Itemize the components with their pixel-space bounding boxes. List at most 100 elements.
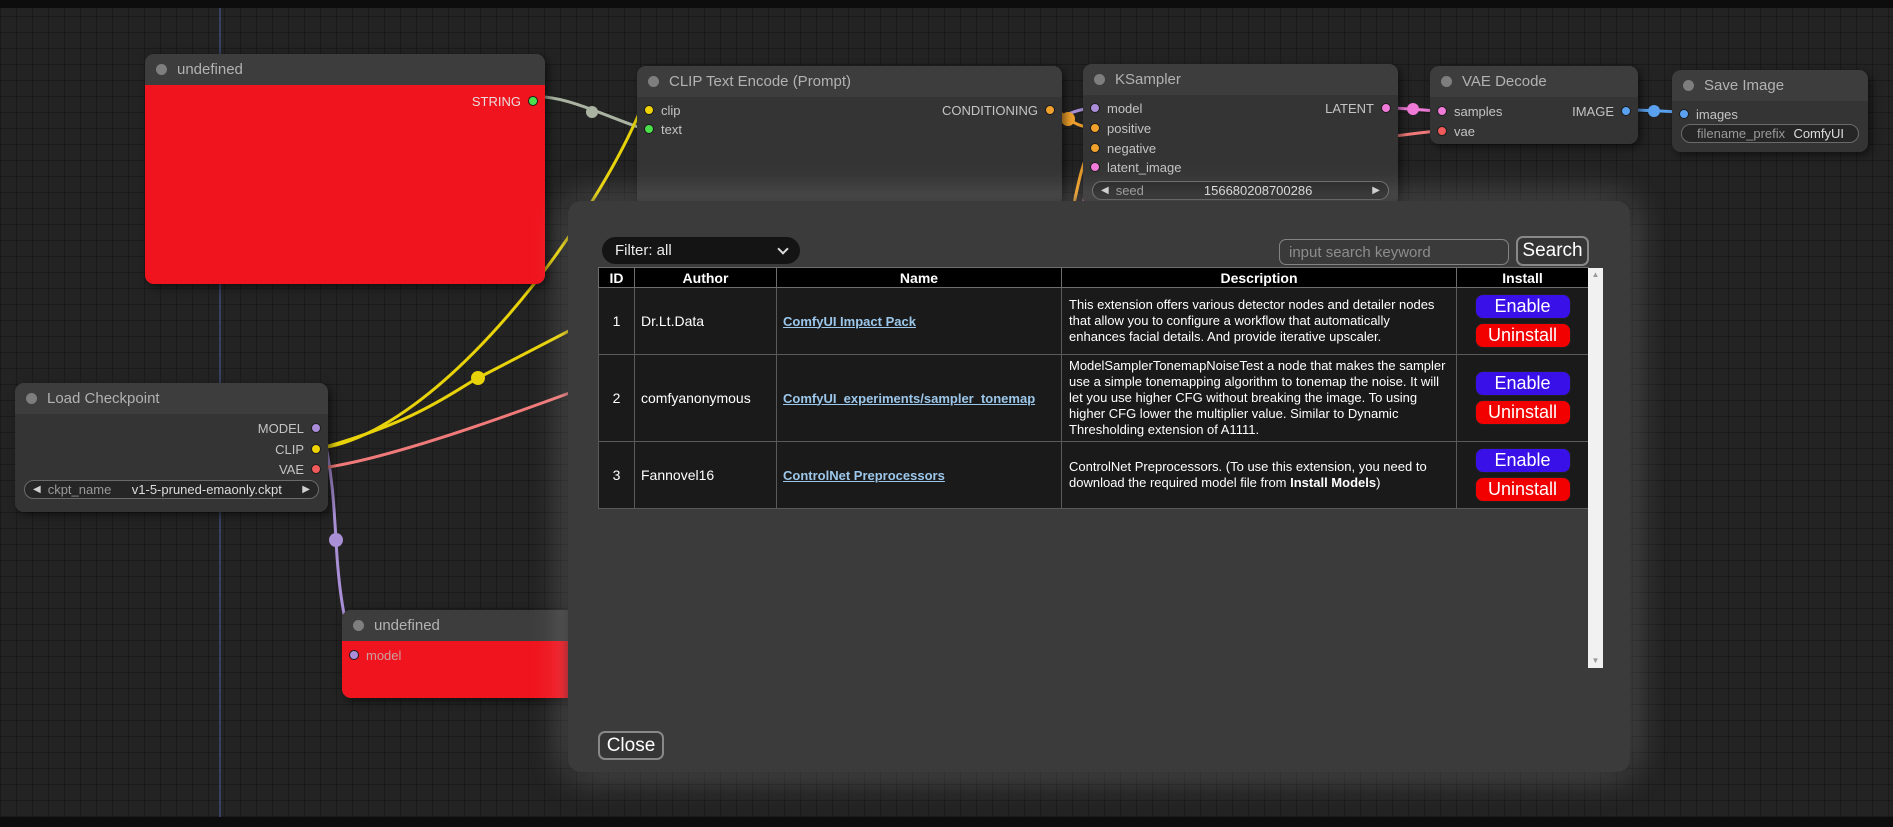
uninstall-button[interactable]: Uninstall bbox=[1475, 477, 1571, 502]
cell-description: ModelSamplerTonemapNoiseTest a node that… bbox=[1062, 355, 1457, 442]
input-dot-images[interactable] bbox=[1679, 109, 1689, 119]
node-undefined-bottom[interactable]: undefined model bbox=[342, 610, 582, 698]
output-dot-latent[interactable] bbox=[1381, 103, 1391, 113]
output-dot-image[interactable] bbox=[1621, 106, 1631, 116]
cell-description: ControlNet Preprocessors. (To use this e… bbox=[1062, 442, 1457, 509]
extension-link[interactable]: ComfyUI_experiments/sampler_tonemap bbox=[783, 391, 1035, 406]
scroll-down-icon[interactable]: ▼ bbox=[1588, 654, 1603, 668]
reroute-dot-pale[interactable] bbox=[586, 106, 598, 118]
search-button[interactable]: Search bbox=[1516, 236, 1589, 266]
input-slot-latent-image[interactable]: latent_image bbox=[1090, 158, 1181, 176]
comfyui-canvas[interactable]: undefined STRING CLIP Text Encode (Promp… bbox=[0, 0, 1893, 827]
extensions-table-body: 1Dr.Lt.DataComfyUI Impact PackThis exten… bbox=[599, 288, 1589, 509]
output-dot-model[interactable] bbox=[311, 423, 321, 433]
enable-button[interactable]: Enable bbox=[1475, 294, 1571, 319]
input-slot-images[interactable]: images bbox=[1679, 105, 1738, 123]
output-slot-conditioning[interactable]: CONDITIONING bbox=[942, 101, 1055, 119]
decrement-arrow-icon[interactable]: ◀ bbox=[1101, 181, 1109, 200]
input-slot-model[interactable]: model bbox=[349, 646, 401, 664]
input-slot-model[interactable]: model bbox=[1090, 99, 1142, 117]
search-input[interactable] bbox=[1279, 239, 1509, 265]
collapse-dot-icon[interactable] bbox=[648, 76, 659, 87]
header-author: Author bbox=[635, 268, 777, 288]
node-clip-text-encode[interactable]: CLIP Text Encode (Prompt) clip text COND… bbox=[637, 66, 1062, 206]
output-slot-clip[interactable]: CLIP bbox=[275, 440, 321, 458]
node-title-bar[interactable]: Load Checkpoint bbox=[15, 383, 328, 414]
wire-clip-branch bbox=[322, 320, 590, 448]
decrement-arrow-icon[interactable]: ◀ bbox=[33, 480, 41, 499]
reroute-dot-blue[interactable] bbox=[1648, 105, 1660, 117]
output-dot-string[interactable] bbox=[528, 96, 538, 106]
input-slot-positive[interactable]: positive bbox=[1090, 119, 1151, 137]
extension-link[interactable]: ComfyUI Impact Pack bbox=[783, 314, 916, 329]
enable-button[interactable]: Enable bbox=[1475, 371, 1571, 396]
input-dot-text[interactable] bbox=[644, 124, 654, 134]
node-title-bar[interactable]: CLIP Text Encode (Prompt) bbox=[637, 66, 1062, 97]
uninstall-button[interactable]: Uninstall bbox=[1475, 400, 1571, 425]
output-slot-latent[interactable]: LATENT bbox=[1325, 99, 1391, 117]
input-dot-negative[interactable] bbox=[1090, 143, 1100, 153]
chevron-down-icon bbox=[777, 243, 788, 254]
node-load-checkpoint[interactable]: Load Checkpoint MODEL CLIP VAE ◀ ckpt_na… bbox=[15, 383, 328, 512]
node-title-label: undefined bbox=[374, 617, 440, 634]
slot-label: LATENT bbox=[1325, 101, 1374, 116]
output-slot-vae[interactable]: VAE bbox=[279, 460, 321, 478]
input-slot-vae[interactable]: vae bbox=[1437, 122, 1475, 140]
node-undefined-top[interactable]: undefined STRING bbox=[145, 54, 545, 284]
collapse-dot-icon[interactable] bbox=[1094, 74, 1105, 85]
node-vae-decode[interactable]: VAE Decode samples vae IMAGE bbox=[1430, 66, 1638, 144]
uninstall-button[interactable]: Uninstall bbox=[1475, 323, 1571, 348]
input-dot-latent-image[interactable] bbox=[1090, 162, 1100, 172]
output-slot-model[interactable]: MODEL bbox=[258, 419, 321, 437]
collapse-dot-icon[interactable] bbox=[1683, 80, 1694, 91]
input-dot-vae[interactable] bbox=[1437, 126, 1447, 136]
scroll-up-icon[interactable]: ▲ bbox=[1588, 268, 1603, 282]
input-slot-negative[interactable]: negative bbox=[1090, 139, 1156, 157]
header-id: ID bbox=[599, 268, 635, 288]
enable-button[interactable]: Enable bbox=[1475, 448, 1571, 473]
filename-prefix-widget[interactable]: filename_prefix ComfyUI bbox=[1681, 124, 1859, 143]
vertical-scrollbar[interactable]: ▲ ▼ bbox=[1588, 268, 1603, 668]
node-save-image[interactable]: Save Image images filename_prefix ComfyU… bbox=[1672, 70, 1868, 152]
input-dot-model[interactable] bbox=[349, 650, 359, 660]
node-title-bar[interactable]: VAE Decode bbox=[1430, 66, 1638, 97]
filter-dropdown[interactable]: Filter: all bbox=[602, 237, 800, 264]
input-dot-positive[interactable] bbox=[1090, 123, 1100, 133]
output-dot-clip[interactable] bbox=[311, 444, 321, 454]
increment-arrow-icon[interactable]: ▶ bbox=[302, 480, 310, 499]
extension-link[interactable]: ControlNet Preprocessors bbox=[783, 468, 945, 483]
collapse-dot-icon[interactable] bbox=[353, 620, 364, 631]
collapse-dot-icon[interactable] bbox=[26, 393, 37, 404]
node-title-bar[interactable]: Save Image bbox=[1672, 70, 1868, 101]
node-title-bar[interactable]: undefined bbox=[145, 54, 545, 85]
input-slot-text[interactable]: text bbox=[644, 120, 682, 138]
collapse-dot-icon[interactable] bbox=[1441, 76, 1452, 87]
output-dot-vae[interactable] bbox=[311, 464, 321, 474]
seed-widget[interactable]: ◀ seed 156680208700286 ▶ bbox=[1092, 181, 1389, 200]
cell-id: 2 bbox=[599, 355, 635, 442]
input-dot-model[interactable] bbox=[1090, 103, 1100, 113]
node-title-bar[interactable]: KSampler bbox=[1083, 64, 1398, 95]
output-slot-string[interactable]: STRING bbox=[472, 92, 538, 110]
cell-install: Enable Uninstall bbox=[1457, 442, 1589, 509]
input-dot-samples[interactable] bbox=[1437, 106, 1447, 116]
slot-label: IMAGE bbox=[1572, 104, 1614, 119]
input-dot-clip[interactable] bbox=[644, 105, 654, 115]
slot-label: clip bbox=[661, 103, 681, 118]
reroute-dot-orange[interactable] bbox=[1061, 112, 1075, 126]
node-title-label: KSampler bbox=[1115, 71, 1181, 88]
input-slot-clip[interactable]: clip bbox=[644, 101, 681, 119]
output-slot-image[interactable]: IMAGE bbox=[1572, 102, 1631, 120]
cell-id: 3 bbox=[599, 442, 635, 509]
node-ksampler[interactable]: KSampler model positive negative latent_… bbox=[1083, 64, 1398, 206]
collapse-dot-icon[interactable] bbox=[156, 64, 167, 75]
ckpt-name-widget[interactable]: ◀ ckpt_name v1-5-pruned-emaonly.ckpt ▶ bbox=[24, 480, 319, 499]
reroute-dot-purple[interactable] bbox=[329, 533, 343, 547]
increment-arrow-icon[interactable]: ▶ bbox=[1372, 181, 1380, 200]
reroute-dot-pink[interactable] bbox=[1407, 103, 1419, 115]
output-dot-conditioning[interactable] bbox=[1045, 105, 1055, 115]
input-slot-samples[interactable]: samples bbox=[1437, 102, 1502, 120]
close-button[interactable]: Close bbox=[598, 731, 664, 760]
node-title-bar[interactable]: undefined bbox=[342, 610, 582, 641]
reroute-dot-yellow[interactable] bbox=[471, 371, 485, 385]
